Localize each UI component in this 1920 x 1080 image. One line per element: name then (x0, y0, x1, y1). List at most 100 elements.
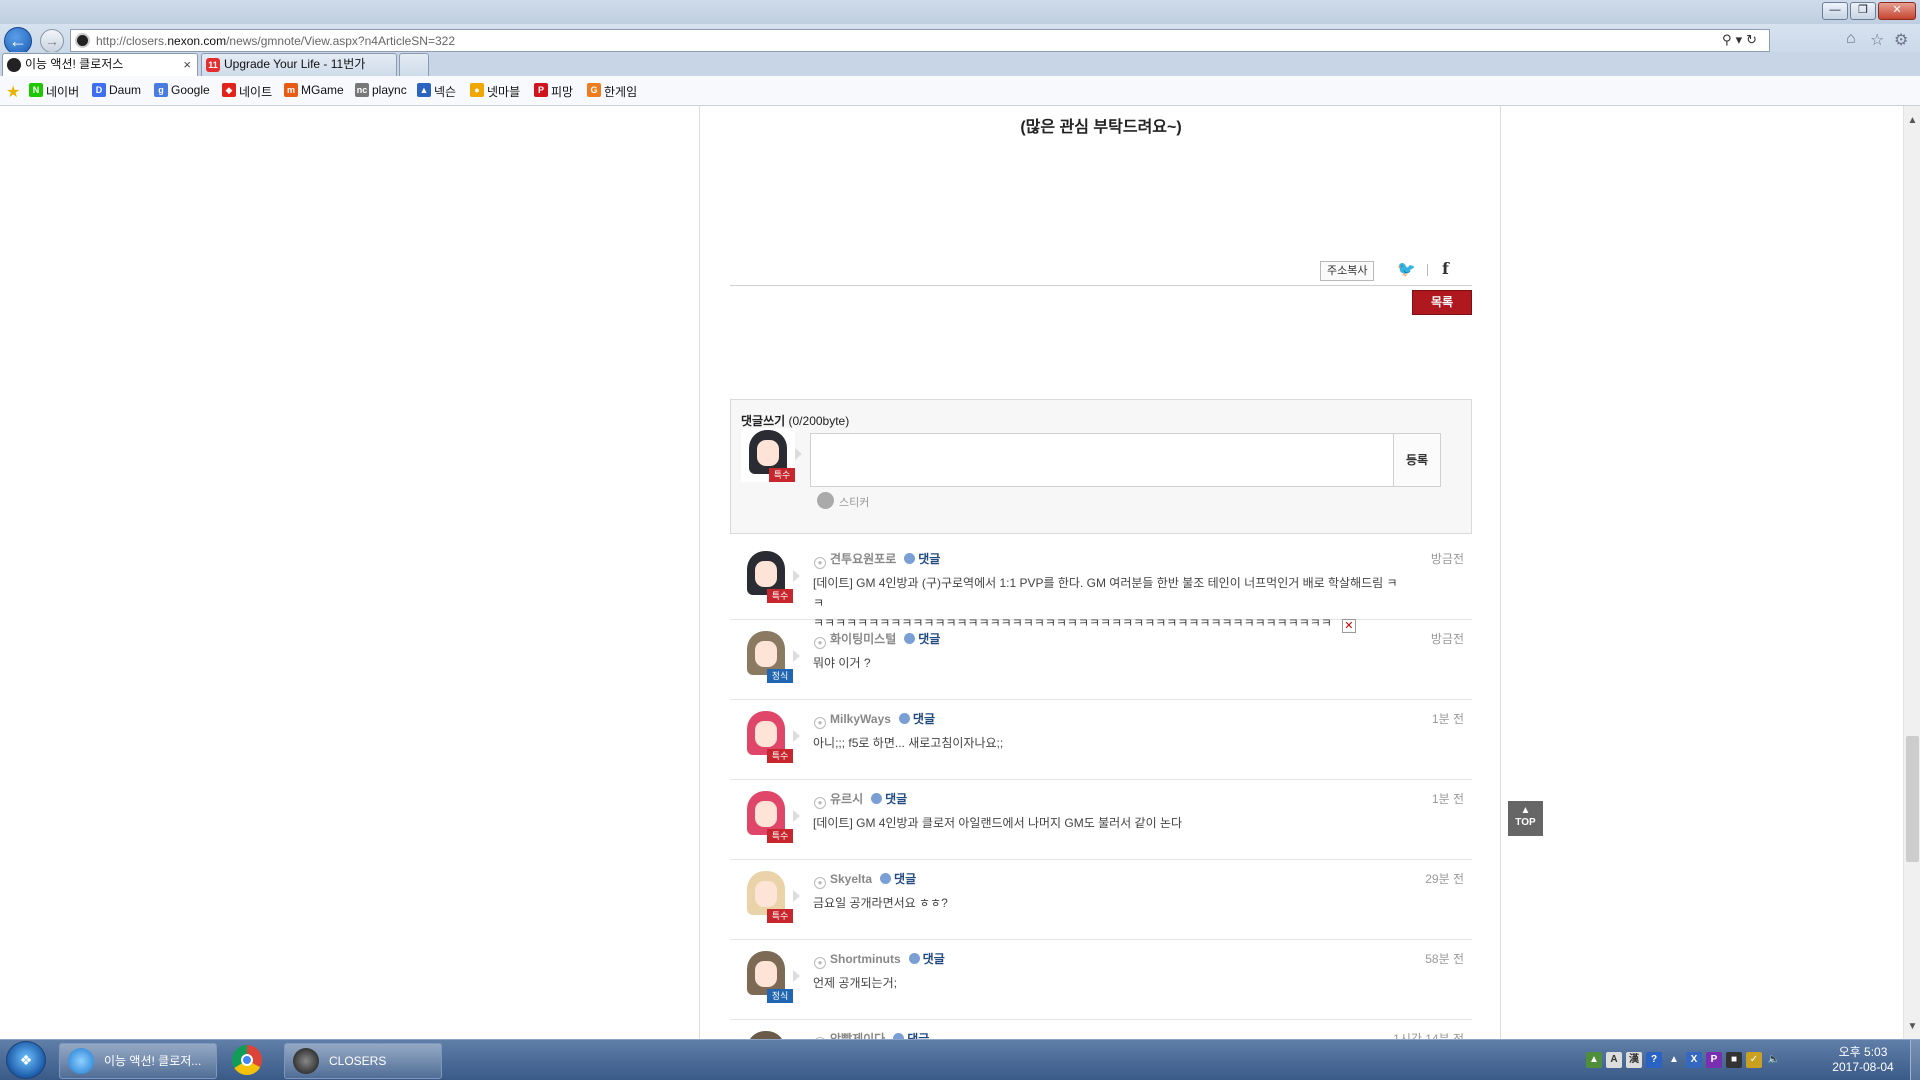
favorite-6[interactable]: ▲ 넥슨 (417, 83, 456, 100)
favorite-3[interactable]: ◆ 네이트 (222, 83, 272, 100)
scroll-top-button[interactable]: ▲ TOP (1508, 801, 1543, 836)
favorite-8[interactable]: P 피망 (534, 83, 573, 100)
favorite-0[interactable]: N 네이버 (29, 83, 79, 100)
comment-author[interactable]: MilkyWays (830, 712, 891, 726)
avatar[interactable]: 특수 (739, 869, 793, 923)
scroll-down-icon[interactable]: ▼ (1904, 1018, 1920, 1035)
comment-author[interactable]: 견투요원포로 (830, 552, 896, 566)
avatar[interactable]: 정식 (739, 949, 793, 1003)
settings-gear-icon[interactable]: ⚙ (1894, 30, 1908, 50)
dropdown-icon[interactable]: ▾ (1736, 32, 1747, 47)
sticker-button[interactable]: 스티커 (817, 492, 869, 510)
page-viewport: (많은 관심 부탁드려요~) 주소복사 🐦 f 목록 댓글쓰기 (0/200by… (0, 106, 1903, 1039)
grade-badge: 특수 (769, 468, 795, 482)
reply-link[interactable]: 댓글 (898, 712, 935, 726)
avatar[interactable]: 특수 (739, 789, 793, 843)
address-url[interactable]: http://closers.nexon.com/news/gmnote/Vie… (96, 34, 455, 48)
reply-link[interactable]: 댓글 (904, 552, 940, 566)
task-ie[interactable]: 이능 액션! 클로저... (59, 1043, 217, 1079)
window-titlebar: — ❐ ✕ (0, 0, 1920, 24)
restore-button[interactable]: ❐ (1850, 2, 1876, 20)
copy-url-button[interactable]: 주소복사 (1320, 261, 1375, 281)
task-closers[interactable]: CLOSERS (284, 1043, 442, 1079)
network-tray-icon[interactable]: ▲ (1586, 1052, 1602, 1068)
favorites-star-icon[interactable]: ☆ (1870, 30, 1884, 50)
reply-link[interactable]: 댓글 (904, 632, 940, 646)
refresh-icon[interactable]: ↻ (1746, 32, 1761, 47)
article-content: (많은 관심 부탁드려요~) 주소복사 🐦 f 목록 댓글쓰기 (0/200by… (699, 106, 1501, 1039)
nexon-icon: ▲ (417, 83, 431, 97)
address-tools[interactable]: ⚲▾↻ (1722, 32, 1761, 48)
tray-expand-icon[interactable]: ▲ (1666, 1052, 1682, 1068)
level-icon: ● (814, 957, 826, 969)
comment-author[interactable]: 악빨제이다 (830, 1032, 885, 1039)
page-scrollbar[interactable]: ▲ ▼ (1903, 106, 1920, 1039)
search-icon[interactable]: ⚲ (1722, 32, 1736, 47)
avatar-pointer (793, 890, 800, 902)
avatar-pointer (793, 650, 800, 662)
help-icon[interactable]: ? (1646, 1052, 1662, 1068)
comment-meta: ●악빨제이다댓글 (814, 1030, 929, 1039)
comment-meta: ● 유르시 댓글 (814, 790, 907, 809)
twitter-icon[interactable]: 🐦 (1397, 260, 1416, 278)
reply-link[interactable]: 댓글 (908, 952, 945, 966)
avatar-pointer (793, 970, 800, 982)
scroll-up-icon[interactable]: ▲ (1904, 112, 1920, 129)
level-icon: ● (814, 717, 826, 729)
minimize-button[interactable]: — (1822, 2, 1848, 20)
address-bar[interactable]: http://closers.nexon.com/news/gmnote/Vie… (70, 29, 1770, 52)
home-icon[interactable]: ⌂ (1846, 30, 1856, 48)
favorites-bar: ★ N 네이버 D Daum g Google ◆ 네이트 m MGame nc plaync ▲ 넥슨 ●… (0, 76, 1920, 106)
favorite-2[interactable]: g Google (154, 83, 210, 97)
favorite-4[interactable]: m MGame (284, 83, 344, 97)
reply-link[interactable]: 댓글 (893, 1032, 929, 1039)
level-icon: ● (814, 557, 826, 569)
plaync-icon: nc (355, 83, 369, 97)
comment-time: 29분 전 (1425, 872, 1464, 886)
favorite-1[interactable]: D Daum (92, 83, 141, 97)
avatar[interactable]: 특수 (739, 549, 793, 603)
close-window-button[interactable]: ✕ (1878, 2, 1916, 20)
mgame-icon: m (284, 83, 298, 97)
comment-input[interactable] (810, 433, 1394, 487)
avatar[interactable]: 특수 (739, 709, 793, 763)
comment-author[interactable]: Shortminuts (830, 952, 901, 966)
tab-11st[interactable]: 11 Upgrade Your Life - 11번가 (201, 53, 397, 76)
forward-button[interactable]: → (40, 29, 64, 53)
reply-link[interactable]: 댓글 (880, 872, 916, 886)
tray-app-icon[interactable]: ■ (1726, 1052, 1742, 1068)
avatar[interactable]: 정식 (739, 629, 793, 683)
close-tab-icon[interactable]: × (183, 54, 191, 75)
avatar-pointer (795, 448, 802, 460)
ime-han-icon[interactable]: 漢 (1626, 1052, 1642, 1068)
comment-author[interactable]: 유르시 (830, 792, 863, 806)
avatar[interactable]: 특수 (739, 1029, 793, 1039)
list-button[interactable]: 목록 (1412, 290, 1472, 315)
daum-icon: D (92, 83, 106, 97)
comment-author[interactable]: 화이팅미스털 (830, 632, 896, 646)
tab-closers[interactable]: 이능 액션! 클로저스 × (2, 53, 198, 76)
facebook-icon[interactable]: f (1442, 259, 1449, 278)
favorites-add-icon[interactable]: ★ (6, 82, 20, 102)
start-button[interactable]: ❖ (6, 1041, 46, 1079)
favorite-9[interactable]: G 한게임 (587, 83, 637, 100)
back-button[interactable]: ← (4, 27, 32, 55)
reply-link[interactable]: 댓글 (871, 792, 907, 806)
volume-icon[interactable]: 🔈 (1766, 1052, 1782, 1068)
favorite-7[interactable]: ● 넷마블 (470, 83, 520, 100)
comment-submit-button[interactable]: 등록 (1394, 433, 1441, 487)
tray-app-p-icon[interactable]: P (1706, 1052, 1722, 1068)
new-tab-button[interactable] (399, 53, 429, 76)
favorite-5[interactable]: nc plaync (355, 83, 407, 97)
tray-app-x-icon[interactable]: X (1686, 1052, 1702, 1068)
comment-author[interactable]: Skyelta (830, 872, 872, 886)
taskbar-clock[interactable]: 오후 5:03 2017-08-04 (1818, 1045, 1908, 1075)
favorite-label: Google (171, 83, 210, 97)
ime-a-icon[interactable]: A (1606, 1052, 1622, 1068)
chrome-icon[interactable] (232, 1045, 262, 1075)
reply-icon (898, 713, 910, 724)
scroll-thumb[interactable] (1906, 736, 1919, 862)
shield-icon[interactable]: ✓ (1746, 1052, 1762, 1068)
reply-icon (871, 793, 883, 804)
show-desktop-button[interactable] (1910, 1040, 1920, 1080)
